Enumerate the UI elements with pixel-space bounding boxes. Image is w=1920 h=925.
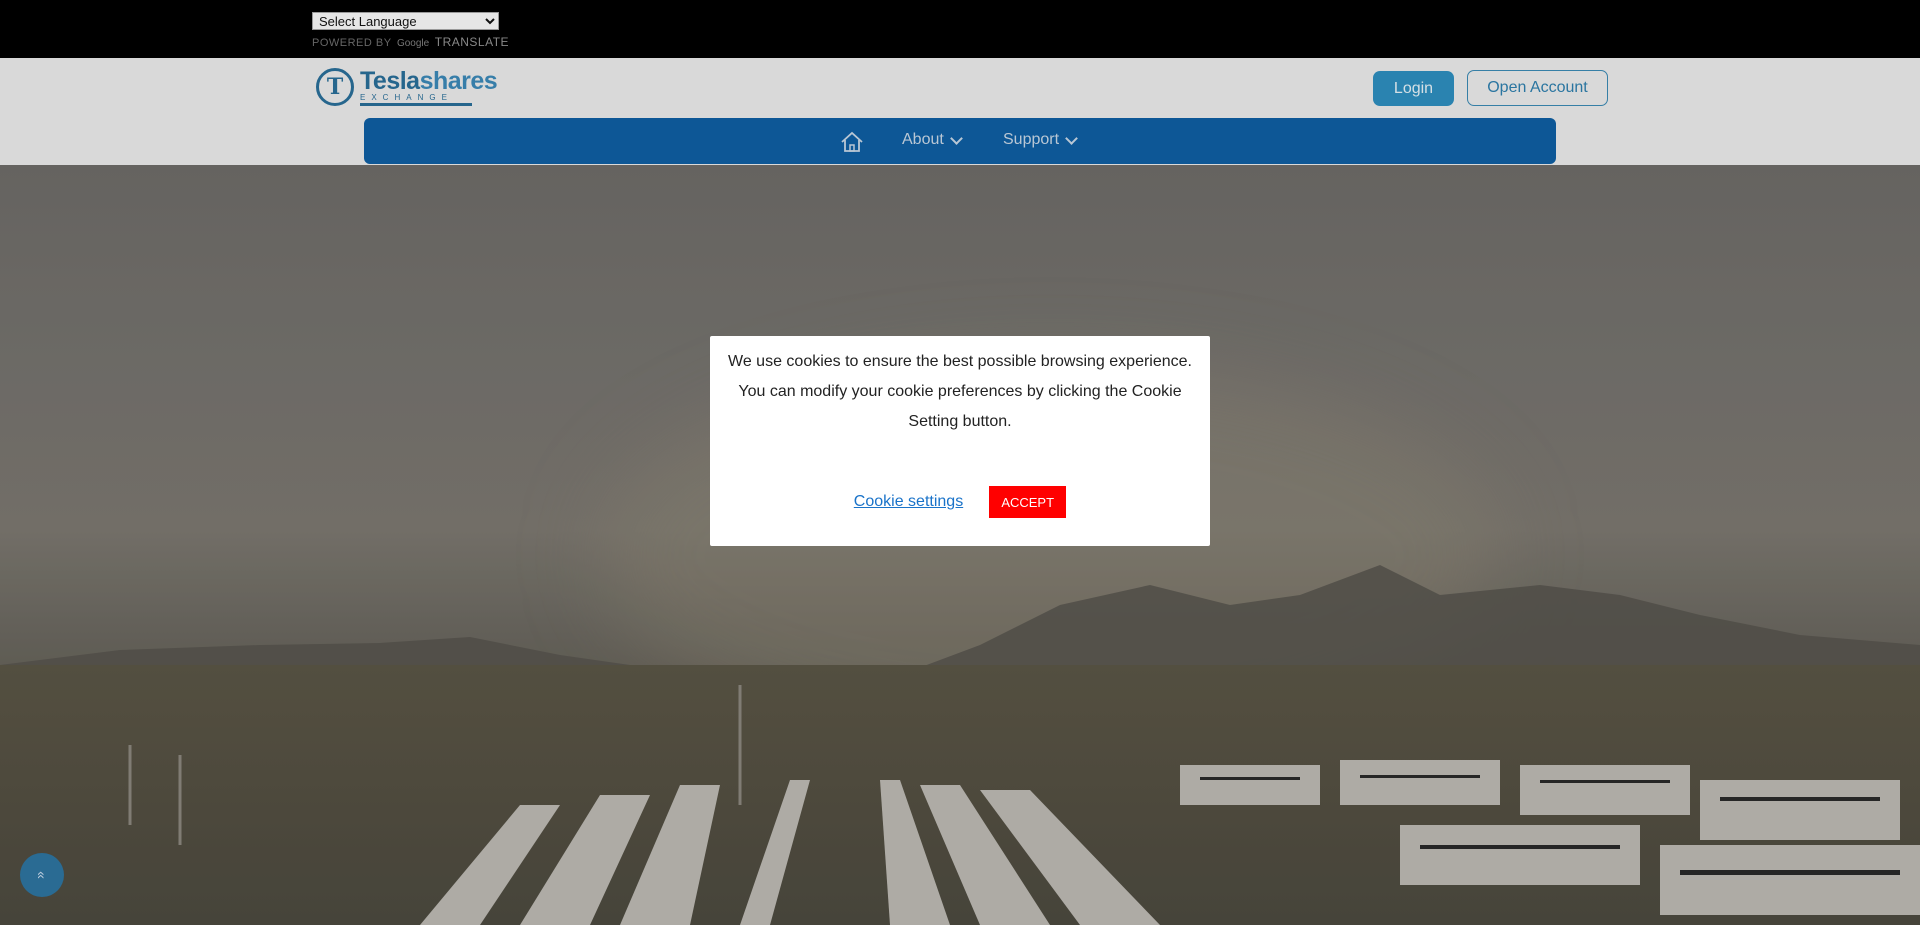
powered-by-google: POWERED BY Google TRANSLATE [312, 35, 509, 49]
scroll-to-top-button[interactable]: « [20, 853, 64, 897]
powered-by-label: POWERED BY [312, 37, 392, 49]
cookie-consent-dialog: We use cookies to ensure the best possib… [710, 336, 1210, 546]
cookie-message: We use cookies to ensure the best possib… [728, 353, 1192, 430]
cookie-actions: Cookie settings ACCEPT [710, 486, 1210, 518]
google-logo[interactable]: Google [397, 38, 429, 49]
translate-label: TRANSLATE [434, 35, 510, 49]
language-select[interactable]: Select Language [312, 12, 499, 30]
cookie-settings-link[interactable]: Cookie settings [854, 493, 963, 511]
translate-bar: Select Language POWERED BY Google TRANSL… [0, 0, 1920, 58]
double-chevron-up-icon: « [33, 871, 50, 879]
accept-cookies-button[interactable]: ACCEPT [989, 486, 1067, 518]
